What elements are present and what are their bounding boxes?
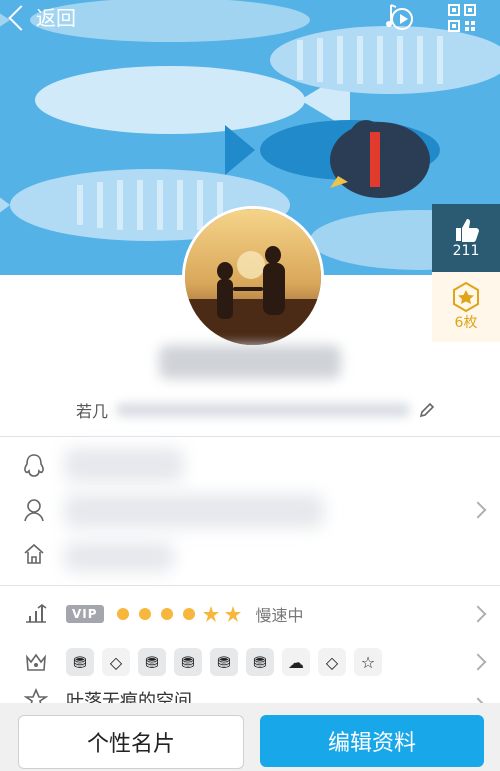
music-icon[interactable] (384, 3, 414, 33)
sun-icon (138, 608, 151, 620)
chart-icon (18, 596, 54, 632)
back-button[interactable]: 返回 (8, 2, 76, 31)
top-bar: 返回 (0, 0, 500, 34)
star-icon (202, 606, 219, 622)
signature-prefix: 若几 (76, 402, 109, 421)
sun-icon (160, 608, 173, 620)
coin-count: 6枚 (454, 315, 478, 331)
home-icon (16, 536, 52, 572)
badges-chevron-icon[interactable] (469, 653, 487, 671)
diamond-icon: ◇ (318, 648, 346, 676)
qq-penguin-icon (16, 448, 52, 484)
diamond-icon: ◇ (102, 648, 130, 676)
avatar-image (185, 209, 321, 345)
qr-code-icon[interactable] (448, 4, 476, 32)
badge-icon: ⛃ (174, 648, 202, 676)
back-label: 返回 (36, 6, 76, 30)
speed-text: 慢速中 (255, 606, 304, 625)
level-stars (114, 605, 242, 623)
coin-button[interactable]: 6枚 (432, 272, 500, 342)
signature-row[interactable]: 若几 (76, 398, 436, 422)
badge-icon: ⛃ (66, 648, 94, 676)
profile-avatar[interactable] (182, 206, 324, 348)
vip-row[interactable]: VIP 慢速中 (0, 590, 500, 638)
sun-icon (182, 608, 195, 620)
vip-badge: VIP (66, 605, 104, 623)
badge-icon: ⛃ (246, 648, 274, 676)
badge-icons: ⛃ ◇ ⛃ ⛃ ⛃ ⛃ ☁ ◇ ☆ (66, 648, 382, 676)
badges-row[interactable]: ⛃ ◇ ⛃ ⛃ ⛃ ⛃ ☁ ◇ ☆ (0, 638, 500, 686)
bottom-action-bar: 个性名片 编辑资料 (0, 703, 500, 771)
blurred-info-3 (64, 542, 174, 572)
signature-blurred (116, 403, 410, 417)
blurred-info-1 (64, 448, 184, 482)
cloud-v-icon: ☁ (282, 648, 310, 676)
edit-profile-button[interactable]: 编辑资料 (260, 715, 484, 767)
crown-icon (18, 644, 54, 680)
person-icon (16, 492, 52, 528)
vip-chevron-icon[interactable] (469, 605, 487, 623)
nickname (0, 344, 500, 379)
back-chevron-icon (8, 4, 34, 31)
blurred-info-2 (64, 494, 324, 528)
star-icon (224, 606, 241, 622)
badge-icon: ⛃ (138, 648, 166, 676)
sun-icon (116, 608, 129, 620)
star-outline-icon: ☆ (354, 648, 382, 676)
star-coin-icon (453, 282, 479, 312)
divider (0, 585, 500, 586)
like-button[interactable]: 211 (432, 204, 500, 272)
badge-icon: ⛃ (210, 648, 238, 676)
like-count: 211 (452, 243, 480, 259)
divider (0, 436, 500, 437)
profile-card-button[interactable]: 个性名片 (18, 715, 244, 769)
thumbs-up-icon (456, 219, 479, 242)
nickname-blurred (159, 345, 341, 379)
edit-pencil-icon[interactable] (418, 401, 436, 419)
